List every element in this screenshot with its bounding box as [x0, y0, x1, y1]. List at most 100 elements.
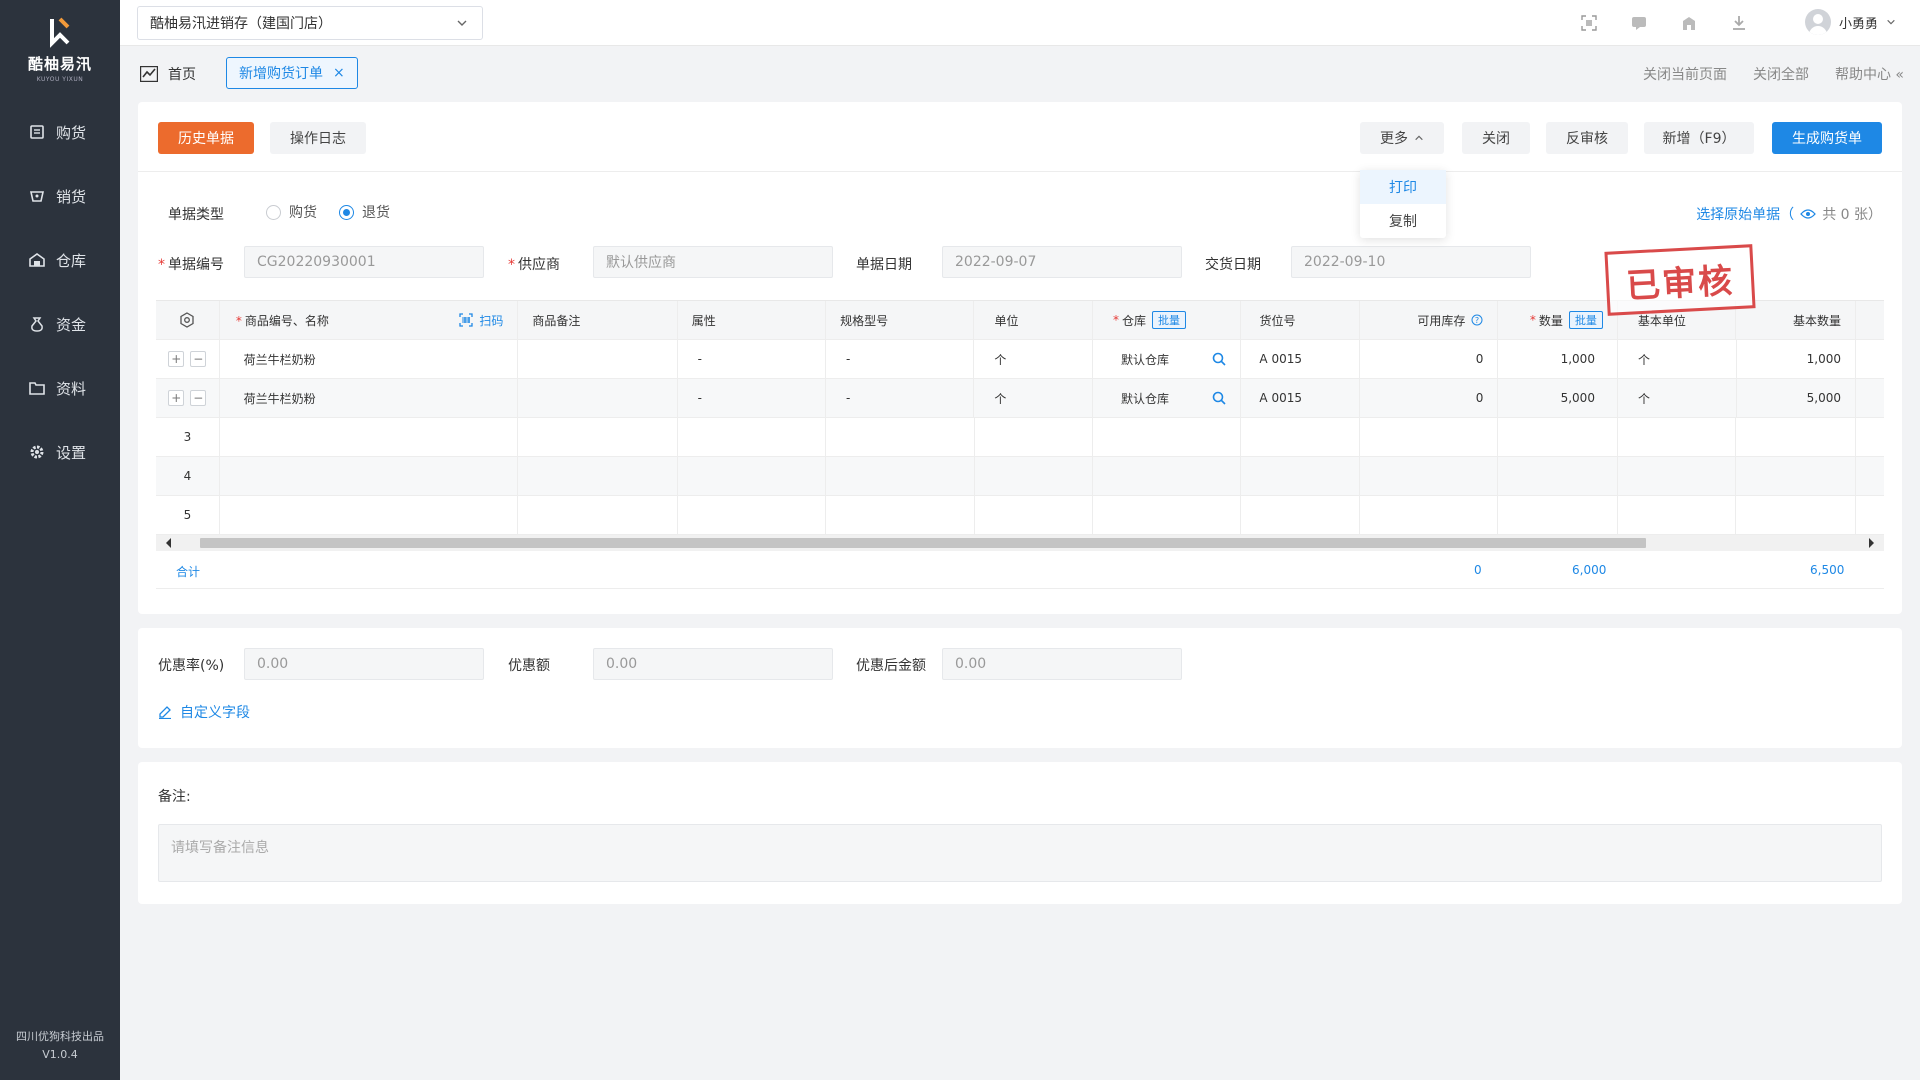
table-row-empty[interactable]: 4: [156, 457, 1884, 496]
table-row[interactable]: + − 荷兰牛栏奶粉 - - 个 默认仓库 A 0015 0 5,000 个 5,…: [156, 379, 1884, 418]
row-number: 3: [156, 418, 220, 456]
history-button[interactable]: 历史单据: [158, 122, 254, 154]
table-row-empty[interactable]: 3: [156, 418, 1884, 457]
cell-qty[interactable]: 1,000: [1498, 340, 1618, 378]
cell-empty[interactable]: [1093, 457, 1242, 495]
supplier-input[interactable]: 默认供应商: [593, 246, 833, 278]
scroll-left-icon[interactable]: [166, 538, 171, 548]
remove-row-button[interactable]: −: [190, 390, 207, 406]
search-icon[interactable]: [1212, 352, 1226, 366]
cell-qty[interactable]: 5,000: [1498, 379, 1618, 417]
sales-icon: [28, 187, 46, 205]
after-discount-input[interactable]: 0.00: [942, 648, 1182, 680]
table-row-empty[interactable]: 5: [156, 496, 1884, 535]
oplog-button[interactable]: 操作日志: [270, 122, 366, 154]
store-select[interactable]: 酷柚易汛进销存（建国门店）: [137, 6, 483, 40]
menu-item-print[interactable]: 打印: [1360, 170, 1446, 204]
cell-remark[interactable]: [518, 379, 678, 417]
close-all-link[interactable]: 关闭全部: [1753, 64, 1809, 84]
horizontal-scrollbar[interactable]: [156, 535, 1884, 551]
cell-empty[interactable]: [1498, 457, 1618, 495]
cell-empty: [826, 457, 975, 495]
delivery-date-input[interactable]: 2022-09-10: [1291, 246, 1531, 278]
scroll-right-icon[interactable]: [1869, 538, 1874, 548]
help-icon[interactable]: ?: [1471, 314, 1483, 326]
nav-item-warehouse[interactable]: 仓库: [0, 228, 120, 292]
custom-field-link[interactable]: 自定义字段: [158, 702, 250, 722]
radio-purchase[interactable]: 购货: [266, 202, 317, 222]
discount-rate-input[interactable]: 0.00: [244, 648, 484, 680]
discount-amount-input[interactable]: 0.00: [593, 648, 833, 680]
tab-new-purchase-order[interactable]: 新增购货订单 ×: [226, 57, 358, 89]
more-dropdown: 打印 复制: [1360, 170, 1446, 238]
cell-empty[interactable]: [220, 457, 519, 495]
discount-rate-label: 优惠率(%): [158, 658, 225, 674]
cell-empty[interactable]: [1093, 496, 1242, 534]
scan-button[interactable]: 扫码: [459, 312, 503, 329]
cell-warehouse[interactable]: 默认仓库: [1093, 340, 1242, 378]
store-name: 酷柚易汛进销存（建国门店）: [150, 16, 332, 32]
nav-item-funds[interactable]: 资金: [0, 292, 120, 356]
close-button[interactable]: 关闭: [1462, 122, 1530, 154]
cell-empty: [1241, 457, 1360, 495]
download-icon[interactable]: [1728, 12, 1750, 34]
doc-date-input[interactable]: 2022-09-07: [942, 246, 1182, 278]
close-icon[interactable]: ×: [333, 65, 345, 81]
nav-item-purchase[interactable]: 购货: [0, 100, 120, 164]
cell-remark[interactable]: [518, 340, 678, 378]
more-button[interactable]: 更多: [1360, 122, 1444, 154]
message-icon[interactable]: [1628, 12, 1650, 34]
cell-empty[interactable]: [518, 496, 678, 534]
help-center-link[interactable]: 帮助中心 «: [1835, 64, 1904, 84]
cell-empty[interactable]: [518, 418, 678, 456]
nav-label: 资金: [56, 315, 87, 334]
supplier-label: * 供应商: [508, 257, 560, 273]
doc-no-input[interactable]: CG20220930001: [244, 246, 484, 278]
scrollbar-thumb[interactable]: [200, 538, 1646, 548]
table-row[interactable]: + − 荷兰牛栏奶粉 - - 个 默认仓库 A 0015 0 1,000 个 1,…: [156, 340, 1884, 379]
eye-icon: [1800, 209, 1817, 219]
table-scroll-wrap: [156, 535, 1884, 551]
cell-empty[interactable]: [1498, 496, 1618, 534]
logo-icon: [50, 17, 70, 48]
menu-item-copy[interactable]: 复制: [1360, 204, 1446, 238]
add-row-button[interactable]: +: [168, 390, 185, 406]
batch-warehouse-button[interactable]: 批量: [1152, 311, 1187, 329]
notes-textarea[interactable]: 请填写备注信息: [158, 824, 1882, 882]
select-source-doc-link[interactable]: 选择原始单据（ 共 0 张）: [1696, 204, 1882, 224]
search-icon[interactable]: [1212, 391, 1226, 405]
user-menu[interactable]: 小勇勇: [1804, 9, 1896, 35]
sidebar-footer: 四川优狗科技出品 V1.0.4: [0, 1028, 120, 1064]
nav-item-sales[interactable]: 销货: [0, 164, 120, 228]
scan-icon[interactable]: [1578, 12, 1600, 34]
add-row-button[interactable]: +: [168, 351, 185, 367]
after-discount-label: 优惠后金额: [856, 658, 926, 674]
cell-empty[interactable]: [1093, 418, 1242, 456]
row-controls: + −: [156, 340, 220, 378]
cell-stock: 0: [1360, 379, 1499, 417]
settings-icon: [180, 312, 195, 328]
batch-qty-button[interactable]: 批量: [1568, 311, 1603, 329]
radio-label: 购货: [289, 205, 317, 221]
column-settings[interactable]: [156, 301, 220, 339]
cell-empty[interactable]: [220, 418, 519, 456]
nav-label: 销货: [56, 187, 87, 206]
nav-item-data[interactable]: 资料: [0, 356, 120, 420]
unaudit-button[interactable]: 反审核: [1546, 122, 1628, 154]
cell-empty[interactable]: [220, 496, 519, 534]
cell-warehouse[interactable]: 默认仓库: [1093, 379, 1242, 417]
building-icon[interactable]: [1678, 12, 1700, 34]
tab-home[interactable]: 首页: [140, 64, 196, 84]
add-button[interactable]: 新增（F9）: [1644, 122, 1754, 154]
row-number: 5: [156, 496, 220, 534]
cell-empty[interactable]: [1498, 418, 1618, 456]
th-warehouse: * 仓库 批量: [1093, 301, 1242, 339]
cell-product[interactable]: 荷兰牛栏奶粉: [220, 379, 519, 417]
cell-product[interactable]: 荷兰牛栏奶粉: [220, 340, 519, 378]
remove-row-button[interactable]: −: [190, 351, 207, 367]
nav-item-settings[interactable]: 设置: [0, 420, 120, 484]
radio-return[interactable]: 退货: [339, 202, 390, 222]
generate-purchase-button[interactable]: 生成购货单: [1772, 122, 1882, 154]
cell-empty[interactable]: [518, 457, 678, 495]
close-current-page-link[interactable]: 关闭当前页面: [1643, 64, 1727, 84]
